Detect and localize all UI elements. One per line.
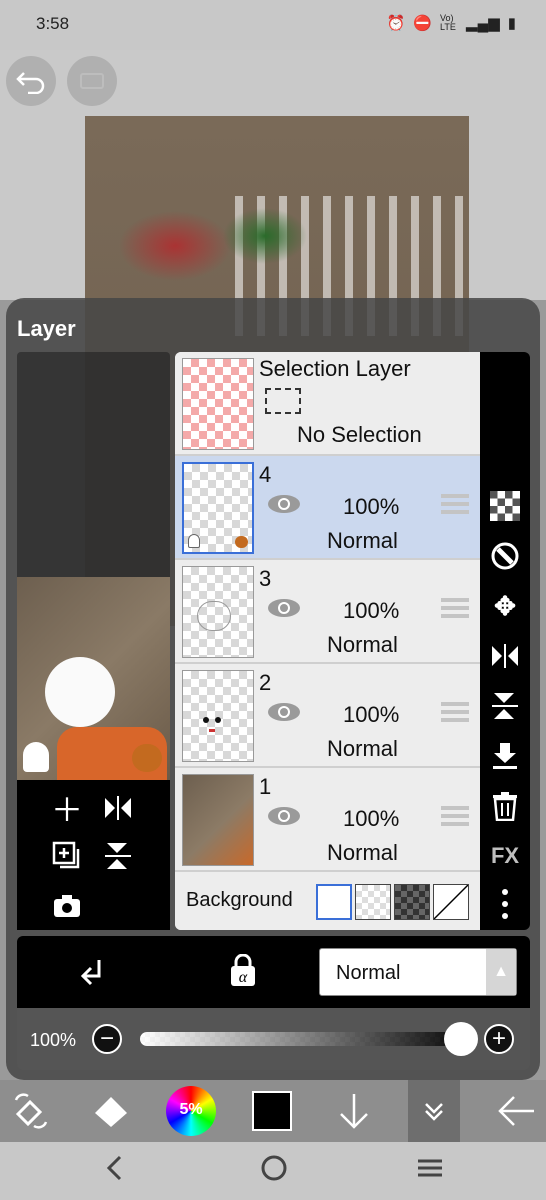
- layer-row-1[interactable]: 1 100% Normal: [175, 768, 480, 872]
- layer-opacity: 100%: [343, 702, 400, 727]
- battery-icon: ▮: [507, 15, 516, 32]
- layer-thumbnail: [182, 774, 254, 866]
- home-nav[interactable]: [260, 1154, 288, 1189]
- layer-number: 2: [259, 670, 272, 695]
- svg-text:α: α: [239, 969, 248, 986]
- layer-number: 3: [259, 566, 272, 591]
- layer-opacity: 100%: [343, 494, 400, 519]
- layer-preview-image: [17, 577, 170, 780]
- layer-opacity: 100%: [343, 806, 400, 831]
- layer-blend-mode: Normal: [327, 632, 398, 657]
- selection-marquee-icon: [265, 388, 301, 414]
- flip-horizontal-icon[interactable]: [487, 638, 523, 674]
- color-chip[interactable]: [252, 1091, 292, 1131]
- layer-number: 1: [259, 774, 272, 799]
- panel-title: Layer: [17, 316, 76, 341]
- eye-icon[interactable]: [267, 702, 301, 722]
- eye-icon[interactable]: [267, 806, 301, 826]
- checker-icon[interactable]: [487, 488, 523, 524]
- layer-blend-mode: Normal: [327, 840, 398, 865]
- trash-icon[interactable]: [487, 788, 523, 824]
- layer-opacity: 100%: [343, 598, 400, 623]
- selection-status: No Selection: [297, 422, 422, 447]
- background-dark-option[interactable]: [394, 884, 430, 920]
- background-row: Background: [175, 872, 480, 930]
- layer-blend-mode: Normal: [327, 736, 398, 761]
- signal-icon: ▂▄▆: [466, 15, 500, 32]
- background-transparent-option[interactable]: [355, 884, 391, 920]
- recents-nav[interactable]: [416, 1154, 444, 1189]
- more-icon[interactable]: [487, 886, 523, 922]
- add-layer-icon[interactable]: ＋: [47, 788, 87, 828]
- opacity-minus-button[interactable]: −: [92, 1024, 122, 1054]
- chevron-up-icon: ▲: [486, 949, 516, 995]
- undo-button[interactable]: [6, 56, 56, 106]
- down-arrow-icon[interactable]: [334, 1080, 374, 1142]
- drag-handle-icon[interactable]: [441, 598, 469, 618]
- transform-tool-icon[interactable]: [8, 1080, 54, 1142]
- volte-icon: Vo) LTE: [440, 13, 456, 32]
- layer-blend-mode: Normal: [327, 528, 398, 553]
- background-none-option[interactable]: [433, 884, 469, 920]
- drag-handle-icon[interactable]: [441, 702, 469, 722]
- undo-icon: [16, 72, 45, 94]
- flip-horizontal-icon[interactable]: [98, 788, 138, 828]
- layer-side-tools: ✥ FX: [480, 352, 530, 930]
- clip-icon[interactable]: [487, 538, 523, 574]
- opacity-slider[interactable]: [140, 1032, 462, 1046]
- ghost-face-drawing: [45, 657, 115, 727]
- ghost-drawing: [23, 742, 49, 772]
- layer-thumbnail: [182, 670, 254, 762]
- selection-layer-title: Selection Layer: [259, 356, 411, 381]
- redo-button[interactable]: [67, 56, 117, 106]
- layer-row-2[interactable]: 2 100% Normal: [175, 664, 480, 768]
- clipping-arrow-icon[interactable]: [77, 956, 109, 993]
- back-arrow-icon[interactable]: [494, 1080, 538, 1142]
- blend-mode-value: Normal: [336, 962, 401, 984]
- layer-list: Selection Layer No Selection 4 100% Norm…: [175, 352, 480, 930]
- alarm-icon: ⏰: [386, 15, 406, 32]
- eye-icon[interactable]: [267, 494, 301, 514]
- duplicate-layer-icon[interactable]: [47, 836, 87, 876]
- background-label: Background: [186, 889, 293, 911]
- flip-vertical-icon[interactable]: [98, 836, 138, 876]
- background-white-option[interactable]: [316, 884, 352, 920]
- eye-icon[interactable]: [267, 598, 301, 618]
- merge-down-icon[interactable]: [487, 738, 523, 774]
- opacity-label: 100%: [30, 1030, 77, 1050]
- alpha-lock-icon[interactable]: α: [227, 953, 259, 993]
- status-time: 3:58: [36, 14, 70, 33]
- layer-thumbnail: [182, 358, 254, 450]
- selection-layer-row[interactable]: Selection Layer No Selection: [175, 352, 480, 456]
- back-nav[interactable]: [104, 1154, 124, 1189]
- blend-mode-select[interactable]: Normal ▲: [319, 948, 517, 996]
- layer-row-4[interactable]: 4 100% Normal: [175, 456, 480, 560]
- layer-thumbnail: [182, 462, 254, 554]
- status-icons: ⏰ ⛔ Vo) LTE ▂▄▆ ▮: [386, 13, 516, 33]
- collapse-icon[interactable]: [412, 1080, 456, 1142]
- flip-vertical-icon[interactable]: [487, 688, 523, 724]
- camera-icon[interactable]: [47, 886, 87, 926]
- layer-row-3[interactable]: 3 100% Normal: [175, 560, 480, 664]
- layer-number: 4: [259, 462, 272, 487]
- opacity-slider-knob[interactable]: [444, 1022, 478, 1056]
- drag-handle-icon[interactable]: [441, 806, 469, 826]
- fill-tool-icon[interactable]: [88, 1080, 134, 1142]
- redo-icon: [80, 73, 104, 89]
- drag-handle-icon[interactable]: [441, 494, 469, 514]
- pumpkin-drawing: [132, 744, 162, 772]
- layer-thumbnail: [182, 566, 254, 658]
- preview-tools: ＋: [17, 780, 170, 930]
- opacity-plus-button[interactable]: +: [484, 1024, 514, 1054]
- status-bar: 3:58 ⏰ ⛔ Vo) LTE ▂▄▆ ▮: [0, 0, 546, 50]
- move-icon[interactable]: ✥: [487, 588, 523, 624]
- fx-icon[interactable]: FX: [487, 838, 523, 874]
- color-wheel-label: 5%: [179, 1101, 203, 1118]
- dnd-icon: ⛔: [413, 15, 433, 32]
